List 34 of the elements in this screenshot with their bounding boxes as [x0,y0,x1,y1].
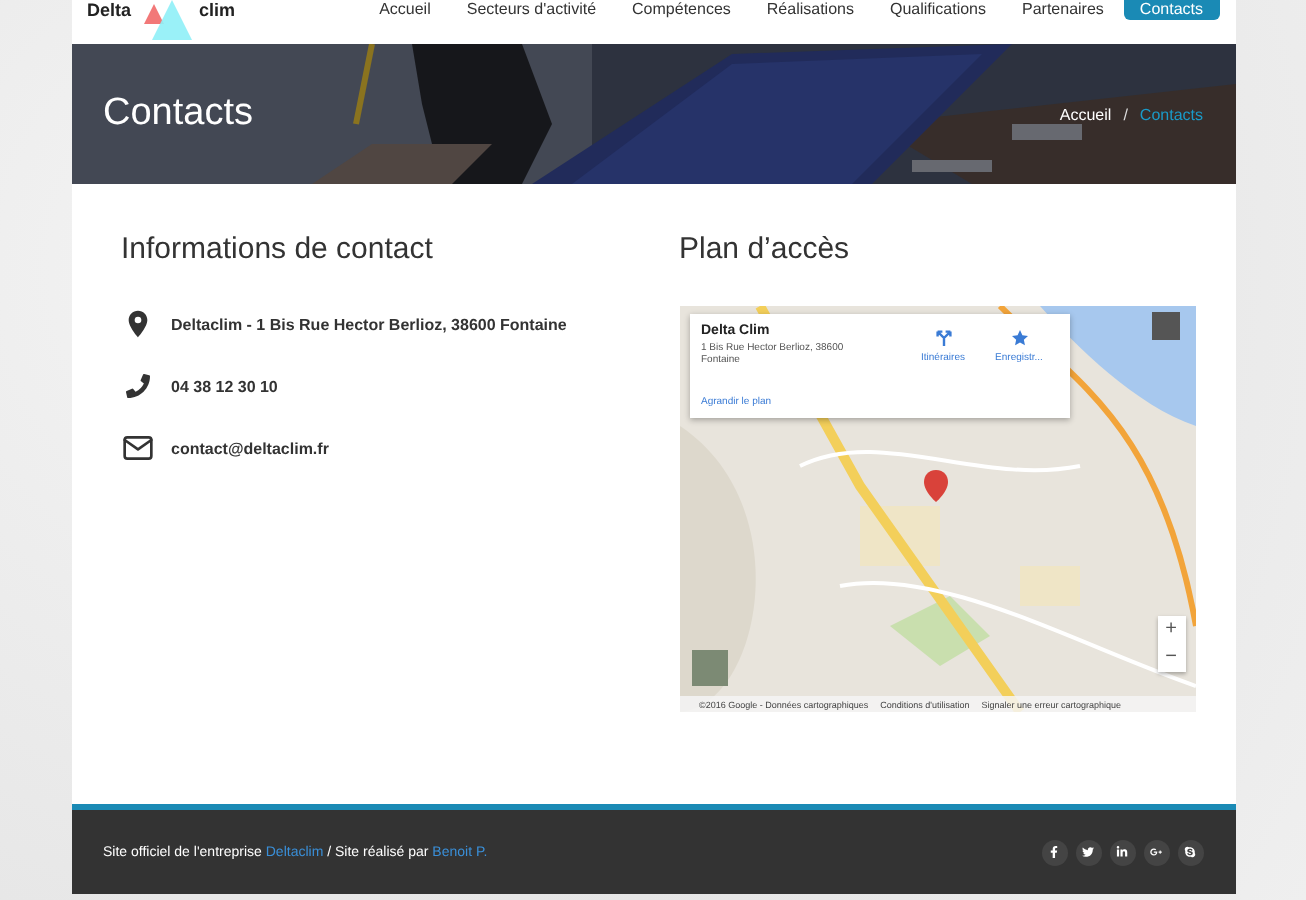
nav-link[interactable]: Réalisations [750,0,870,20]
section-heading: Plan d’accès [679,232,852,266]
social-button[interactable] [1177,839,1203,865]
zoom-button[interactable]: + [1157,616,1185,644]
logo-text[interactable]: clim [199,0,236,22]
contact-detail: contact@deltaclim.fr [171,439,329,457]
social-button[interactable] [1041,839,1067,865]
section-heading: Informations de contact [121,232,435,266]
directions-icon [935,330,951,346]
social-button[interactable] [1109,839,1135,865]
social-button[interactable] [1143,839,1169,865]
nav-link[interactable]: Qualifications [873,0,1002,20]
breadcrumb-link[interactable]: Contacts [1139,105,1203,123]
google-plus-icon [1150,846,1162,858]
contact-detail: 04 38 12 30 10 [171,377,278,395]
nav-link[interactable]: Contacts [1123,0,1219,20]
nav-link[interactable]: Compétences [616,0,747,20]
page-title: Contacts [103,92,253,136]
zoom-button[interactable]: − [1157,644,1185,672]
facebook-icon [1048,846,1060,858]
contact-detail: Deltaclim - 1 Bis Rue Hector Berlioz, 38600 Fontaine [171,315,567,333]
star-icon [1011,330,1027,346]
nav-link[interactable]: Partenaires [1006,0,1120,20]
phone-icon [125,374,149,398]
skype-icon [1184,846,1196,858]
logo-text[interactable]: Delta [87,0,132,22]
breadcrumb-separator: / [1123,105,1128,123]
nav-link[interactable]: Secteurs d'activité [450,0,613,20]
social-button[interactable] [1075,839,1101,865]
linkedin-icon [1116,846,1128,858]
twitter-icon [1082,846,1094,858]
breadcrumb-link[interactable]: Accueil [1059,105,1112,123]
nav-link[interactable]: Accueil [363,0,447,20]
mail-icon [121,432,153,464]
